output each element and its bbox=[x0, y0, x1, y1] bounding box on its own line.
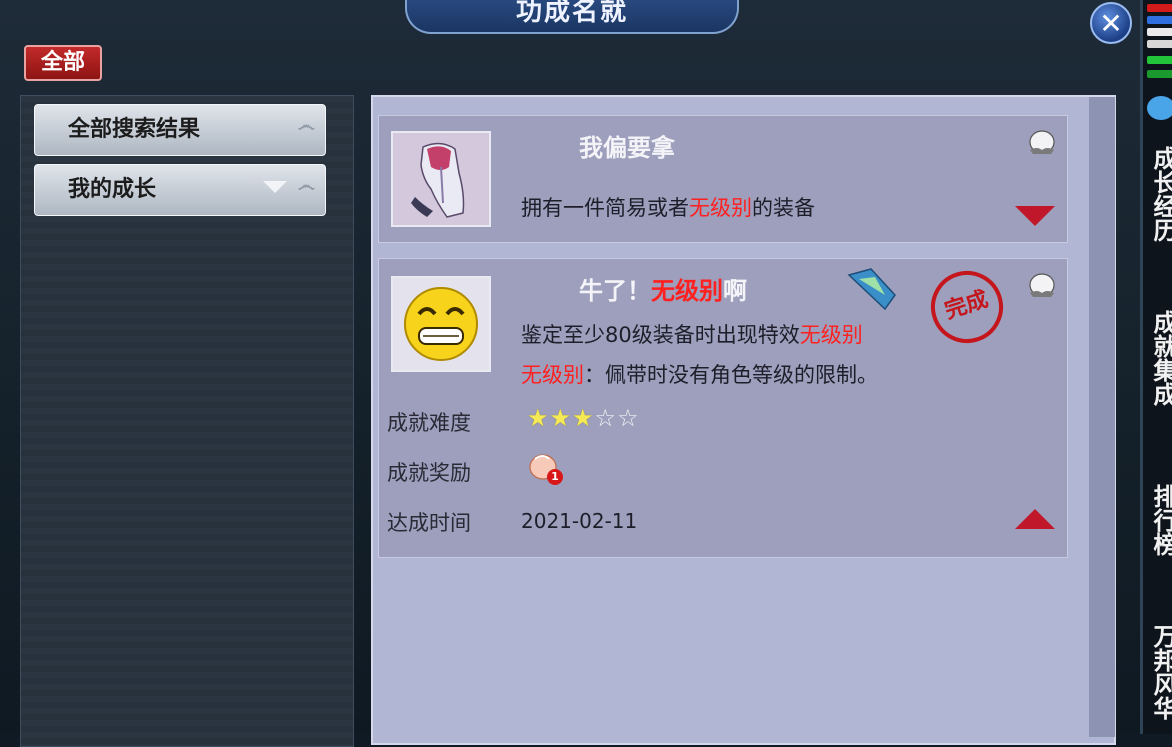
chevron-down-icon bbox=[263, 181, 287, 193]
reward-item[interactable]: 1 bbox=[525, 449, 565, 487]
difficulty-label: 成就难度 bbox=[387, 411, 471, 435]
star-filled-icon: ★ bbox=[527, 404, 550, 432]
star-filled-icon: ★ bbox=[549, 404, 573, 432]
gem-badge-icon bbox=[847, 268, 896, 311]
peach-icon bbox=[1029, 273, 1055, 297]
cloud-swirl-icon: ෴ bbox=[297, 115, 315, 136]
scrollbar[interactable] bbox=[1089, 97, 1115, 737]
time-label: 达成时间 bbox=[387, 511, 471, 535]
achievement-description: 拥有一件简易或者无级别的装备 bbox=[521, 196, 815, 220]
status-stripe bbox=[1147, 28, 1172, 36]
achievement-description-line1: 鉴定至少80级装备时出现特效无级别 bbox=[521, 323, 863, 347]
nav-item-all-results[interactable]: 全部搜索结果 ෴ bbox=[34, 104, 326, 156]
reward-count-badge: 1 bbox=[547, 469, 563, 485]
nav-item-my-growth[interactable]: 我的成长 ෴ bbox=[34, 164, 326, 216]
achievement-title: 我偏要拿 bbox=[579, 134, 675, 162]
nav-item-label: 我的成长 bbox=[68, 177, 157, 202]
achievement-description-line2: 无级别：佩带时没有角色等级的限制。 bbox=[521, 363, 878, 387]
status-stripe bbox=[1147, 70, 1172, 78]
achievement-title: 牛了！无级别啊 bbox=[579, 277, 747, 305]
star-filled-icon: ★ bbox=[572, 404, 595, 432]
status-stripe bbox=[1147, 16, 1172, 24]
achievement-icon bbox=[391, 276, 491, 372]
reward-label: 成就奖励 bbox=[387, 461, 471, 485]
tab-achievement-collection[interactable]: 成就集成 bbox=[1149, 310, 1172, 406]
completed-stamp: 完成 bbox=[921, 261, 1013, 353]
collapse-toggle-up[interactable] bbox=[1015, 509, 1055, 529]
window-title: 功成名就 bbox=[405, 0, 739, 34]
cloud-swirl-icon: ෴ bbox=[297, 175, 315, 196]
status-stripe bbox=[1147, 40, 1172, 48]
status-stripe bbox=[1147, 56, 1172, 64]
right-tab-bar: 成长经历 成就集成 排行榜 万邦风华 bbox=[1140, 0, 1172, 734]
achievement-icon bbox=[391, 131, 491, 227]
star-empty-icon: ☆ bbox=[617, 404, 640, 432]
robe-armor-icon bbox=[393, 133, 489, 225]
grinning-face-icon bbox=[393, 278, 489, 370]
close-button[interactable]: ✕ bbox=[1090, 2, 1132, 44]
time-value: 2021-02-11 bbox=[521, 509, 638, 533]
game-window: 功成名就 ✕ 全部 全部搜索结果 ෴ 我的成长 ෴ 我偏要拿 拥有一件简易或者无 bbox=[0, 0, 1140, 747]
filter-all-button[interactable]: 全部 bbox=[24, 45, 102, 81]
expand-toggle-down[interactable] bbox=[1015, 206, 1055, 226]
category-list: 全部搜索结果 ෴ 我的成长 ෴ bbox=[20, 95, 354, 747]
nav-item-label: 全部搜索结果 bbox=[68, 117, 201, 142]
tab-nations-glory[interactable]: 万邦风华 bbox=[1149, 624, 1172, 720]
star-empty-icon: ☆ bbox=[594, 404, 618, 432]
difficulty-stars: ★★★☆☆ bbox=[527, 404, 640, 432]
achievement-card[interactable]: 牛了！无级别啊 完成 鉴定至少80级装备时出现特效无级别 无级别：佩带时没有角色… bbox=[378, 258, 1068, 558]
peach-icon bbox=[1029, 130, 1055, 154]
globe-icon bbox=[1147, 96, 1172, 120]
status-stripe bbox=[1147, 4, 1172, 12]
tab-growth-history[interactable]: 成长经历 bbox=[1149, 146, 1172, 242]
achievement-card[interactable]: 我偏要拿 拥有一件简易或者无级别的装备 bbox=[378, 115, 1068, 243]
tab-ranking[interactable]: 排行榜 bbox=[1149, 484, 1172, 556]
